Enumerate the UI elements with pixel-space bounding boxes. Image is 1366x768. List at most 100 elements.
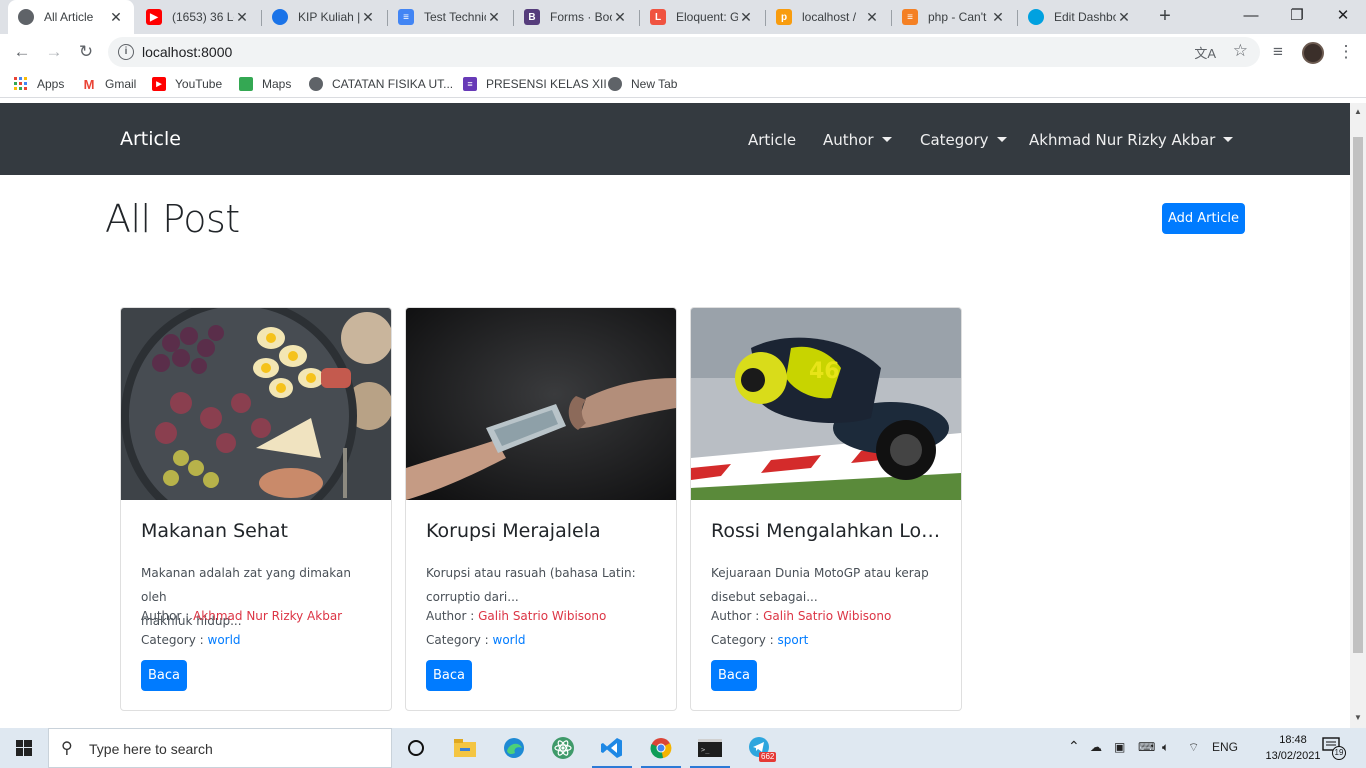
nav-category-dropdown[interactable]: Category: [920, 131, 1007, 149]
read-button[interactable]: Baca: [141, 660, 187, 691]
author-prefix: Author :: [141, 609, 194, 623]
tab-phpmyadmin[interactable]: p localhost / ✕: [766, 0, 890, 34]
close-icon[interactable]: ✕: [612, 9, 628, 25]
bookmark-star-icon[interactable]: ☆: [1233, 41, 1248, 61]
scroll-down-arrow-icon[interactable]: ▼: [1354, 713, 1362, 722]
onedrive-cloud-icon[interactable]: ☁: [1090, 740, 1102, 754]
tab-salesforce[interactable]: Edit Dashbo ✕: [1018, 0, 1142, 34]
chevron-up-icon[interactable]: ⌃: [1068, 738, 1080, 755]
notification-center-icon[interactable]: 19: [1322, 736, 1346, 760]
new-tab-button[interactable]: +: [1154, 5, 1176, 27]
maps-icon: [239, 77, 253, 91]
forward-arrow-icon[interactable]: →: [42, 40, 66, 64]
file-explorer-icon[interactable]: [441, 728, 489, 768]
article-image-motogp: 46: [691, 308, 961, 500]
minimize-button[interactable]: —: [1228, 0, 1274, 34]
start-button[interactable]: [0, 728, 48, 768]
scrollbar-thumb[interactable]: [1353, 137, 1363, 653]
card-category-link[interactable]: world: [208, 633, 241, 647]
cortana-icon[interactable]: [392, 728, 440, 768]
volume-icon[interactable]: 🔈︎: [1162, 740, 1169, 755]
info-icon[interactable]: i: [118, 44, 134, 60]
page-scrollbar[interactable]: ▲ ▼: [1350, 103, 1366, 728]
menu-dots-icon[interactable]: ⋮: [1334, 40, 1358, 64]
card-category-link[interactable]: sport: [778, 633, 809, 647]
bookmark-apps[interactable]: Apps: [14, 75, 64, 93]
card-category-link[interactable]: world: [493, 633, 526, 647]
taskbar-search[interactable]: ⚲ Type here to search: [48, 728, 392, 768]
bookmarks-bar: Apps M Gmail ▶ YouTube Maps CATATAN FISI…: [0, 70, 1366, 98]
bookmark-new-tab[interactable]: New Tab: [608, 75, 677, 93]
bookmark-presensi[interactable]: ≡ PRESENSI KELAS XII: [463, 75, 607, 93]
profile-avatar[interactable]: [1302, 42, 1324, 64]
article-card: Korupsi Merajalela Korupsi atau rasuah (…: [405, 307, 677, 711]
nav-author-label: Author: [823, 131, 874, 149]
navbar-brand[interactable]: Article: [120, 128, 181, 150]
card-title: Rossi Mengalahkan Lorenzo: [711, 520, 947, 542]
window-close-button[interactable]: ✕: [1320, 0, 1366, 34]
svg-text:46: 46: [809, 359, 840, 384]
tab-youtube[interactable]: ▶ (1653) 36 Lo ✕: [136, 0, 260, 34]
youtube-icon: ▶: [152, 77, 166, 91]
close-icon[interactable]: ✕: [486, 9, 502, 25]
wifi-icon[interactable]: ⌔: [1188, 740, 1199, 755]
card-author-link[interactable]: Galih Satrio Wibisono: [763, 609, 891, 623]
telegram-badge: 662: [759, 752, 777, 762]
close-icon[interactable]: ✕: [234, 9, 250, 25]
read-button[interactable]: Baca: [426, 660, 472, 691]
atom-icon[interactable]: [539, 728, 587, 768]
address-bar[interactable]: i localhost:8000 文A ☆: [108, 37, 1260, 67]
bootstrap-icon: B: [524, 9, 540, 25]
close-icon[interactable]: ✕: [990, 9, 1006, 25]
bookmark-maps[interactable]: Maps: [239, 75, 291, 93]
caret-down-icon: [1223, 137, 1234, 142]
tab-stackoverflow[interactable]: ≡ php - Can't ✕: [892, 0, 1016, 34]
tab-laravel[interactable]: L Eloquent: G ✕: [640, 0, 764, 34]
scroll-up-arrow-icon[interactable]: ▲: [1354, 107, 1362, 116]
read-button[interactable]: Baca: [711, 660, 757, 691]
edge-icon[interactable]: [490, 728, 538, 768]
translate-icon[interactable]: 文A: [1194, 43, 1216, 62]
tab-kip[interactable]: KIP Kuliah | ✕: [262, 0, 386, 34]
back-arrow-icon[interactable]: ←: [10, 40, 34, 64]
media-control-icon[interactable]: ≡: [1266, 40, 1290, 64]
restore-button[interactable]: ❐: [1274, 0, 1320, 34]
bookmark-youtube[interactable]: ▶ YouTube: [152, 75, 222, 93]
nav-author-dropdown[interactable]: Author: [823, 131, 892, 149]
close-icon[interactable]: ✕: [360, 9, 376, 25]
close-icon[interactable]: ✕: [864, 9, 880, 25]
chrome-icon[interactable]: [637, 728, 685, 768]
language-indicator[interactable]: ENG: [1212, 740, 1238, 754]
card-author-link[interactable]: Galih Satrio Wibisono: [478, 609, 606, 623]
apps-grid-icon: [14, 77, 28, 91]
telegram-icon[interactable]: 662: [735, 728, 783, 768]
card-author-link[interactable]: Akhmad Nur Rizky Akbar: [193, 609, 342, 623]
bookmark-catatan-fisika[interactable]: CATATAN FISIKA UT...: [309, 75, 453, 93]
tab-all-article[interactable]: All Article ✕: [8, 0, 134, 34]
tab-title: Edit Dashbo: [1054, 10, 1116, 24]
close-icon[interactable]: ✕: [738, 9, 754, 25]
bookmark-gmail[interactable]: M Gmail: [82, 75, 137, 93]
nav-user-dropdown[interactable]: Akhmad Nur Rizky Akbar: [1029, 131, 1234, 149]
input-method-icon[interactable]: ⌨: [1138, 740, 1155, 754]
add-article-button[interactable]: Add Article: [1162, 203, 1245, 234]
youtube-icon: ▶: [146, 9, 162, 25]
url-text[interactable]: localhost:8000: [142, 44, 232, 60]
terminal-icon[interactable]: >_: [686, 728, 734, 768]
bookmark-label: Maps: [262, 77, 292, 91]
page-viewport: Article Article Author Category Akhmad N…: [0, 103, 1350, 728]
close-icon[interactable]: ✕: [1116, 9, 1132, 25]
tab-bootstrap[interactable]: B Forms · Boo ✕: [514, 0, 638, 34]
forms-icon: ≡: [463, 77, 477, 91]
reload-icon[interactable]: ↻: [74, 40, 98, 64]
tab-docs[interactable]: ≡ Test Technic ✕: [388, 0, 512, 34]
windows-logo-icon: [16, 740, 32, 756]
close-icon[interactable]: ✕: [108, 9, 124, 25]
clock-time: 18:48: [1279, 734, 1307, 746]
laravel-icon: L: [650, 9, 666, 25]
network-icon[interactable]: ▣: [1114, 740, 1125, 754]
nav-article[interactable]: Article: [748, 131, 796, 149]
system-clock[interactable]: 18:48 13/02/2021: [1262, 732, 1324, 764]
card-desc-line: Makanan adalah zat yang dimakan oleh: [141, 566, 351, 604]
vscode-icon[interactable]: [588, 728, 636, 768]
